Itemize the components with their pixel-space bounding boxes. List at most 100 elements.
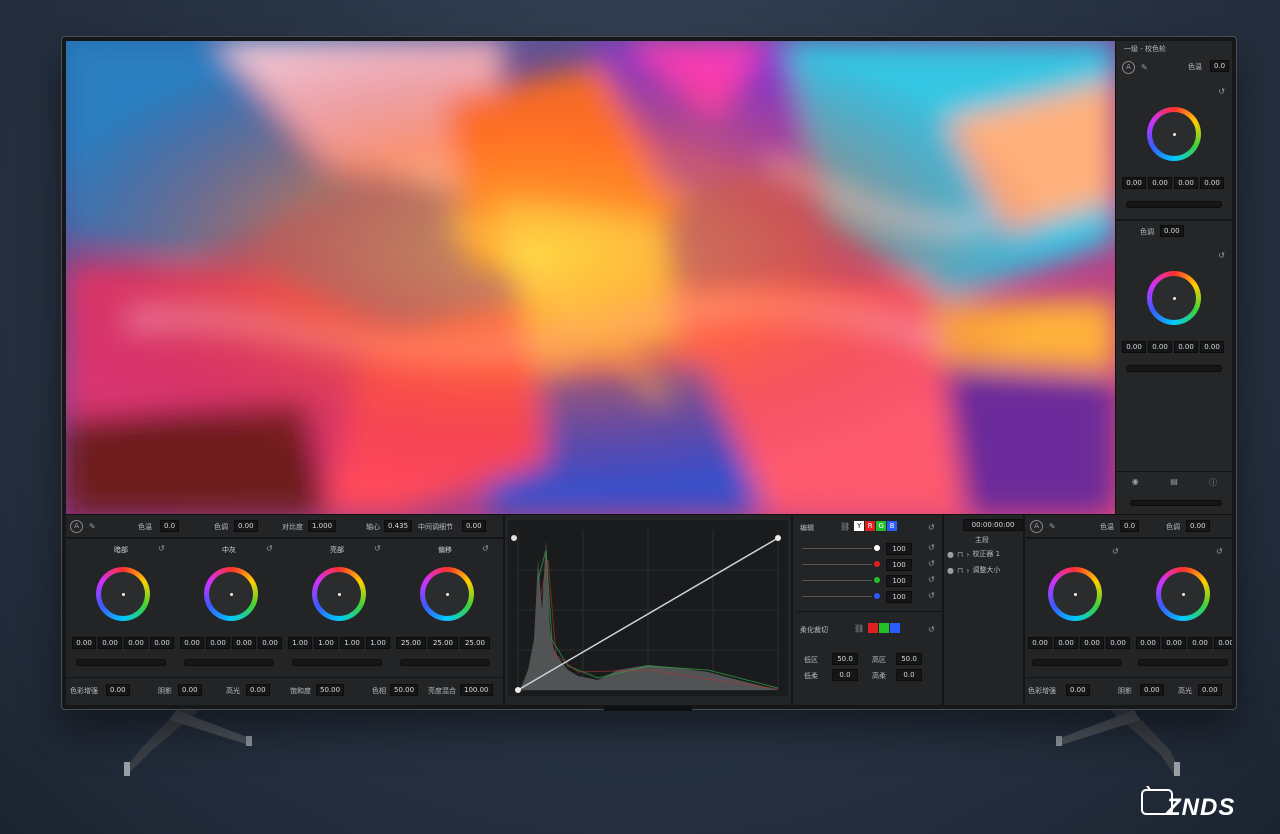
wheel-value-field[interactable]: 0.00 bbox=[206, 637, 230, 649]
reset-icon[interactable]: ↺ bbox=[928, 523, 935, 532]
wheel-value-field[interactable]: 25.00 bbox=[428, 637, 458, 649]
secondary-wheel2-value[interactable]: 0.00 bbox=[1214, 637, 1232, 649]
reset-icon[interactable]: ↺ bbox=[928, 575, 935, 584]
param-value-field[interactable]: 50.00 bbox=[390, 684, 419, 696]
wheel-value-field[interactable]: 0.00 bbox=[232, 637, 256, 649]
picker-icon[interactable]: ✎ bbox=[1141, 63, 1148, 72]
hue-value-field[interactable]: 0.00 bbox=[1160, 225, 1184, 237]
reset-icon[interactable]: ↺ bbox=[1216, 547, 1223, 556]
wheel-value-field[interactable]: 0.00 bbox=[150, 637, 174, 649]
channel-value-field[interactable]: 100 bbox=[886, 575, 912, 587]
reset-icon[interactable]: ↺ bbox=[158, 544, 165, 553]
channel-g-button[interactable]: G bbox=[876, 521, 887, 531]
color-wheel[interactable] bbox=[420, 567, 474, 621]
wheel1-value[interactable]: 0.00 bbox=[1174, 177, 1198, 189]
secondary-wheel1-value[interactable]: 0.00 bbox=[1106, 637, 1130, 649]
picker-icon[interactable]: ✎ bbox=[89, 522, 96, 531]
color-wheel-secondary-1[interactable] bbox=[1048, 567, 1102, 621]
channel-value-field[interactable]: 100 bbox=[886, 543, 912, 555]
soft-clip-value[interactable]: 0.0 bbox=[832, 669, 858, 681]
soft-clip-value[interactable]: 0.0 bbox=[896, 669, 922, 681]
link-icon[interactable]: ⛓ bbox=[854, 624, 864, 633]
wheel-value-field[interactable]: 25.00 bbox=[460, 637, 490, 649]
secondary-wheel2-value[interactable]: 0.00 bbox=[1136, 637, 1160, 649]
channel-slider[interactable] bbox=[802, 580, 872, 581]
channel-b-button[interactable]: B bbox=[887, 521, 898, 531]
channel-r-button[interactable]: R bbox=[865, 521, 876, 531]
param-value-field[interactable]: 0.435 bbox=[384, 520, 413, 532]
wheel-value-field[interactable]: 1.00 bbox=[314, 637, 338, 649]
color-wheel[interactable] bbox=[204, 567, 258, 621]
wheel2-value[interactable]: 0.00 bbox=[1200, 341, 1224, 353]
secondary-wheel1-slider[interactable] bbox=[1032, 659, 1122, 666]
auto-icon[interactable]: A bbox=[70, 520, 83, 533]
reset-icon[interactable]: ↺ bbox=[1218, 251, 1225, 260]
channel-value-field[interactable]: 100 bbox=[886, 591, 912, 603]
param-value-field[interactable]: 0.00 bbox=[1066, 684, 1090, 696]
channel-y-button[interactable]: Y bbox=[854, 521, 865, 531]
soft-clip-value[interactable]: 50.0 bbox=[832, 653, 858, 665]
wheel-value-field[interactable]: 1.00 bbox=[366, 637, 390, 649]
param-value-field[interactable]: 0.00 bbox=[246, 684, 270, 696]
wheel-value-field[interactable]: 0.00 bbox=[98, 637, 122, 649]
reset-icon[interactable]: ↺ bbox=[374, 544, 381, 553]
wheel1-value[interactable]: 0.00 bbox=[1200, 177, 1224, 189]
param-value-field[interactable]: 0.00 bbox=[178, 684, 202, 696]
color-wheel-secondary-2[interactable] bbox=[1156, 567, 1210, 621]
channel-b-button[interactable] bbox=[890, 623, 901, 633]
channel-g-button[interactable] bbox=[879, 623, 890, 633]
color-wheel[interactable] bbox=[96, 567, 150, 621]
wheel1-value[interactable]: 0.00 bbox=[1122, 177, 1146, 189]
channel-r-button[interactable] bbox=[868, 623, 879, 633]
reset-icon[interactable]: ↺ bbox=[1112, 547, 1119, 556]
wheel2-value[interactable]: 0.00 bbox=[1174, 341, 1198, 353]
wheel2-value[interactable]: 0.00 bbox=[1148, 341, 1172, 353]
reset-icon[interactable]: ↺ bbox=[928, 559, 935, 568]
picker-icon[interactable]: ✎ bbox=[1049, 522, 1056, 531]
channel-slider[interactable] bbox=[802, 596, 872, 597]
secondary-wheel1-value[interactable]: 0.00 bbox=[1054, 637, 1078, 649]
wheel-slider[interactable] bbox=[292, 659, 382, 666]
wheel-value-field[interactable]: 0.00 bbox=[72, 637, 96, 649]
node-item[interactable]: ● ⊓ › 调整大小 bbox=[947, 565, 1000, 575]
node-item[interactable]: ● ⊓ › 校正器 1 bbox=[947, 549, 1000, 559]
param-value-field[interactable]: 0.00 bbox=[1198, 684, 1222, 696]
soft-clip-value[interactable]: 50.0 bbox=[896, 653, 922, 665]
reset-icon[interactable]: ↺ bbox=[928, 543, 935, 552]
reset-icon[interactable]: ↺ bbox=[928, 591, 935, 600]
wheel-slider[interactable] bbox=[184, 659, 274, 666]
auto-icon[interactable]: A bbox=[1030, 520, 1043, 533]
link-icon[interactable]: ⛓ bbox=[840, 522, 850, 531]
panel-scroll-slider[interactable] bbox=[1130, 500, 1222, 506]
wheel2-slider[interactable] bbox=[1126, 365, 1222, 372]
eye-icon[interactable]: ◉ bbox=[1132, 477, 1139, 488]
param-value-field[interactable]: 0.0 bbox=[1120, 520, 1140, 532]
param-value-field[interactable]: 0.00 bbox=[462, 520, 486, 532]
wheel2-value[interactable]: 0.00 bbox=[1122, 341, 1146, 353]
secondary-wheel2-slider[interactable] bbox=[1138, 659, 1228, 666]
param-value-field[interactable]: 0.00 bbox=[106, 684, 130, 696]
param-value-field[interactable]: 0.00 bbox=[1186, 520, 1210, 532]
param-value-field[interactable]: 0.0 bbox=[1210, 60, 1230, 72]
reset-icon[interactable]: ↺ bbox=[1218, 87, 1225, 96]
channel-slider[interactable] bbox=[802, 564, 872, 565]
secondary-wheel2-value[interactable]: 0.00 bbox=[1188, 637, 1212, 649]
wheel-value-field[interactable]: 1.00 bbox=[340, 637, 364, 649]
info-icon[interactable]: ⓘ bbox=[1209, 477, 1217, 488]
param-value-field[interactable]: 100.00 bbox=[460, 684, 493, 696]
auto-icon[interactable]: A bbox=[1122, 61, 1135, 74]
secondary-wheel2-value[interactable]: 0.00 bbox=[1162, 637, 1186, 649]
wheel-value-field[interactable]: 0.00 bbox=[258, 637, 282, 649]
wheel-value-field[interactable]: 25.00 bbox=[396, 637, 426, 649]
secondary-wheel1-value[interactable]: 0.00 bbox=[1080, 637, 1104, 649]
chart-icon[interactable]: ▤ bbox=[1170, 477, 1178, 488]
reset-icon[interactable]: ↺ bbox=[928, 625, 935, 634]
param-value-field[interactable]: 0.00 bbox=[1140, 684, 1164, 696]
color-wheel-2[interactable] bbox=[1147, 271, 1201, 325]
channel-value-field[interactable]: 100 bbox=[886, 559, 912, 571]
param-value-field[interactable]: 1.000 bbox=[308, 520, 337, 532]
wheel-value-field[interactable]: 1.00 bbox=[288, 637, 312, 649]
color-wheel[interactable] bbox=[312, 567, 366, 621]
wheel-value-field[interactable]: 0.00 bbox=[180, 637, 204, 649]
wheel-value-field[interactable]: 0.00 bbox=[124, 637, 148, 649]
